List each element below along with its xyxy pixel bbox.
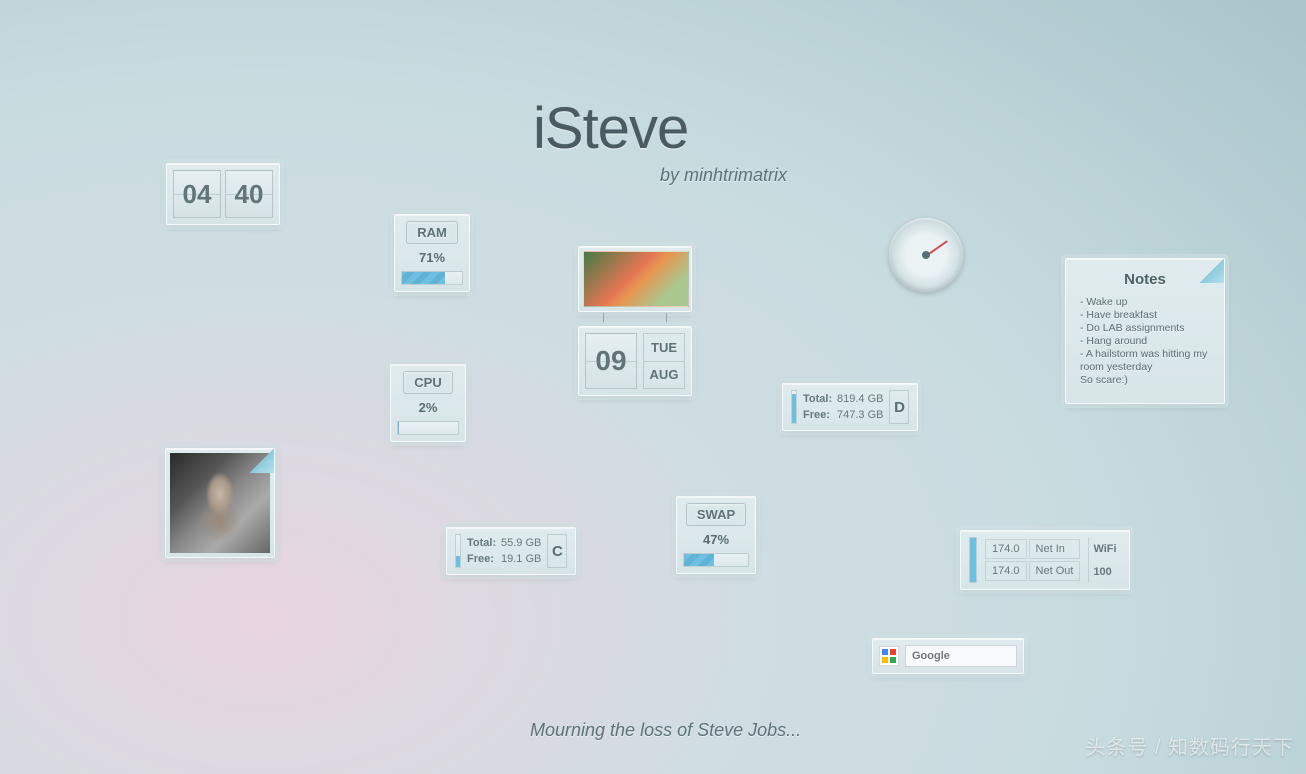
drive-c-bar — [455, 534, 461, 568]
note-line: - Wake up — [1080, 296, 1210, 309]
photo-hanger-icon — [579, 313, 691, 327]
avatar-widget[interactable] — [165, 448, 275, 558]
ram-bar — [401, 271, 463, 285]
watermark-text: 头条号 / 知数码行天下 — [1085, 731, 1294, 760]
drive-d-info: Total:819.4 GB Free:747.3 GB — [803, 391, 883, 423]
date-weekday: TUE — [643, 333, 685, 362]
cpu-bar — [397, 421, 459, 435]
notes-widget[interactable]: Notes - Wake up- Have breakfast- Do LAB … — [1065, 258, 1225, 404]
google-icon — [879, 646, 899, 666]
note-line: - Have breakfast — [1080, 309, 1210, 322]
swap-bar — [683, 553, 749, 567]
ram-label: RAM — [406, 221, 458, 244]
photo-thumbnail — [583, 251, 689, 307]
corner-fold-icon — [1200, 259, 1224, 283]
swap-percent: 47% — [703, 532, 729, 547]
ram-percent: 71% — [419, 250, 445, 265]
note-line: - Do LAB assignments — [1080, 322, 1210, 335]
cpu-widget[interactable]: CPU 2% — [390, 364, 466, 442]
clock-hours: 04 — [173, 170, 221, 218]
wifi-table: 174.0Net In 174.0Net Out — [983, 537, 1082, 583]
note-line: So scare:) — [1080, 374, 1210, 387]
analog-gauge-widget[interactable] — [889, 218, 963, 292]
swap-widget[interactable]: SWAP 47% — [676, 496, 756, 574]
drive-c-letter: C — [547, 534, 567, 568]
notes-body: - Wake up- Have breakfast- Do LAB assign… — [1080, 296, 1210, 387]
drive-d-bar — [791, 390, 797, 424]
clock-widget[interactable]: 04 40 — [166, 163, 280, 225]
note-line: - Hang around — [1080, 335, 1210, 348]
wifi-signal: 100 — [1093, 566, 1116, 578]
wifi-signal-bar — [969, 537, 977, 583]
drive-d-letter: D — [889, 390, 909, 424]
note-line: - A hailstorm was hitting my room yester… — [1080, 348, 1210, 374]
gauge-hub-icon — [922, 251, 930, 259]
ram-widget[interactable]: RAM 71% — [394, 214, 470, 292]
drive-c-info: Total:55.9 GB Free:19.1 GB — [467, 535, 541, 567]
theme-footer: Mourning the loss of Steve Jobs... — [530, 720, 801, 741]
swap-label: SWAP — [686, 503, 746, 526]
clock-minutes: 40 — [225, 170, 273, 218]
cpu-label: CPU — [403, 371, 452, 394]
wifi-name: WiFi — [1093, 543, 1116, 555]
drive-d-widget[interactable]: Total:819.4 GB Free:747.3 GB D — [782, 383, 918, 431]
photo-widget[interactable] — [578, 246, 692, 312]
notes-title: Notes — [1080, 271, 1210, 288]
date-widget[interactable]: 09 TUE AUG — [578, 326, 692, 396]
wifi-widget[interactable]: 174.0Net In 174.0Net Out WiFi 100 — [960, 530, 1130, 590]
theme-title: iSteve — [533, 95, 688, 162]
search-input[interactable] — [905, 645, 1017, 667]
date-day: 09 — [585, 333, 637, 389]
cpu-percent: 2% — [419, 400, 438, 415]
drive-c-widget[interactable]: Total:55.9 GB Free:19.1 GB C — [446, 527, 576, 575]
corner-fold-icon — [250, 449, 274, 473]
search-widget[interactable] — [872, 638, 1024, 674]
date-month: AUG — [643, 362, 685, 390]
theme-byline: by minhtrimatrix — [660, 165, 787, 186]
